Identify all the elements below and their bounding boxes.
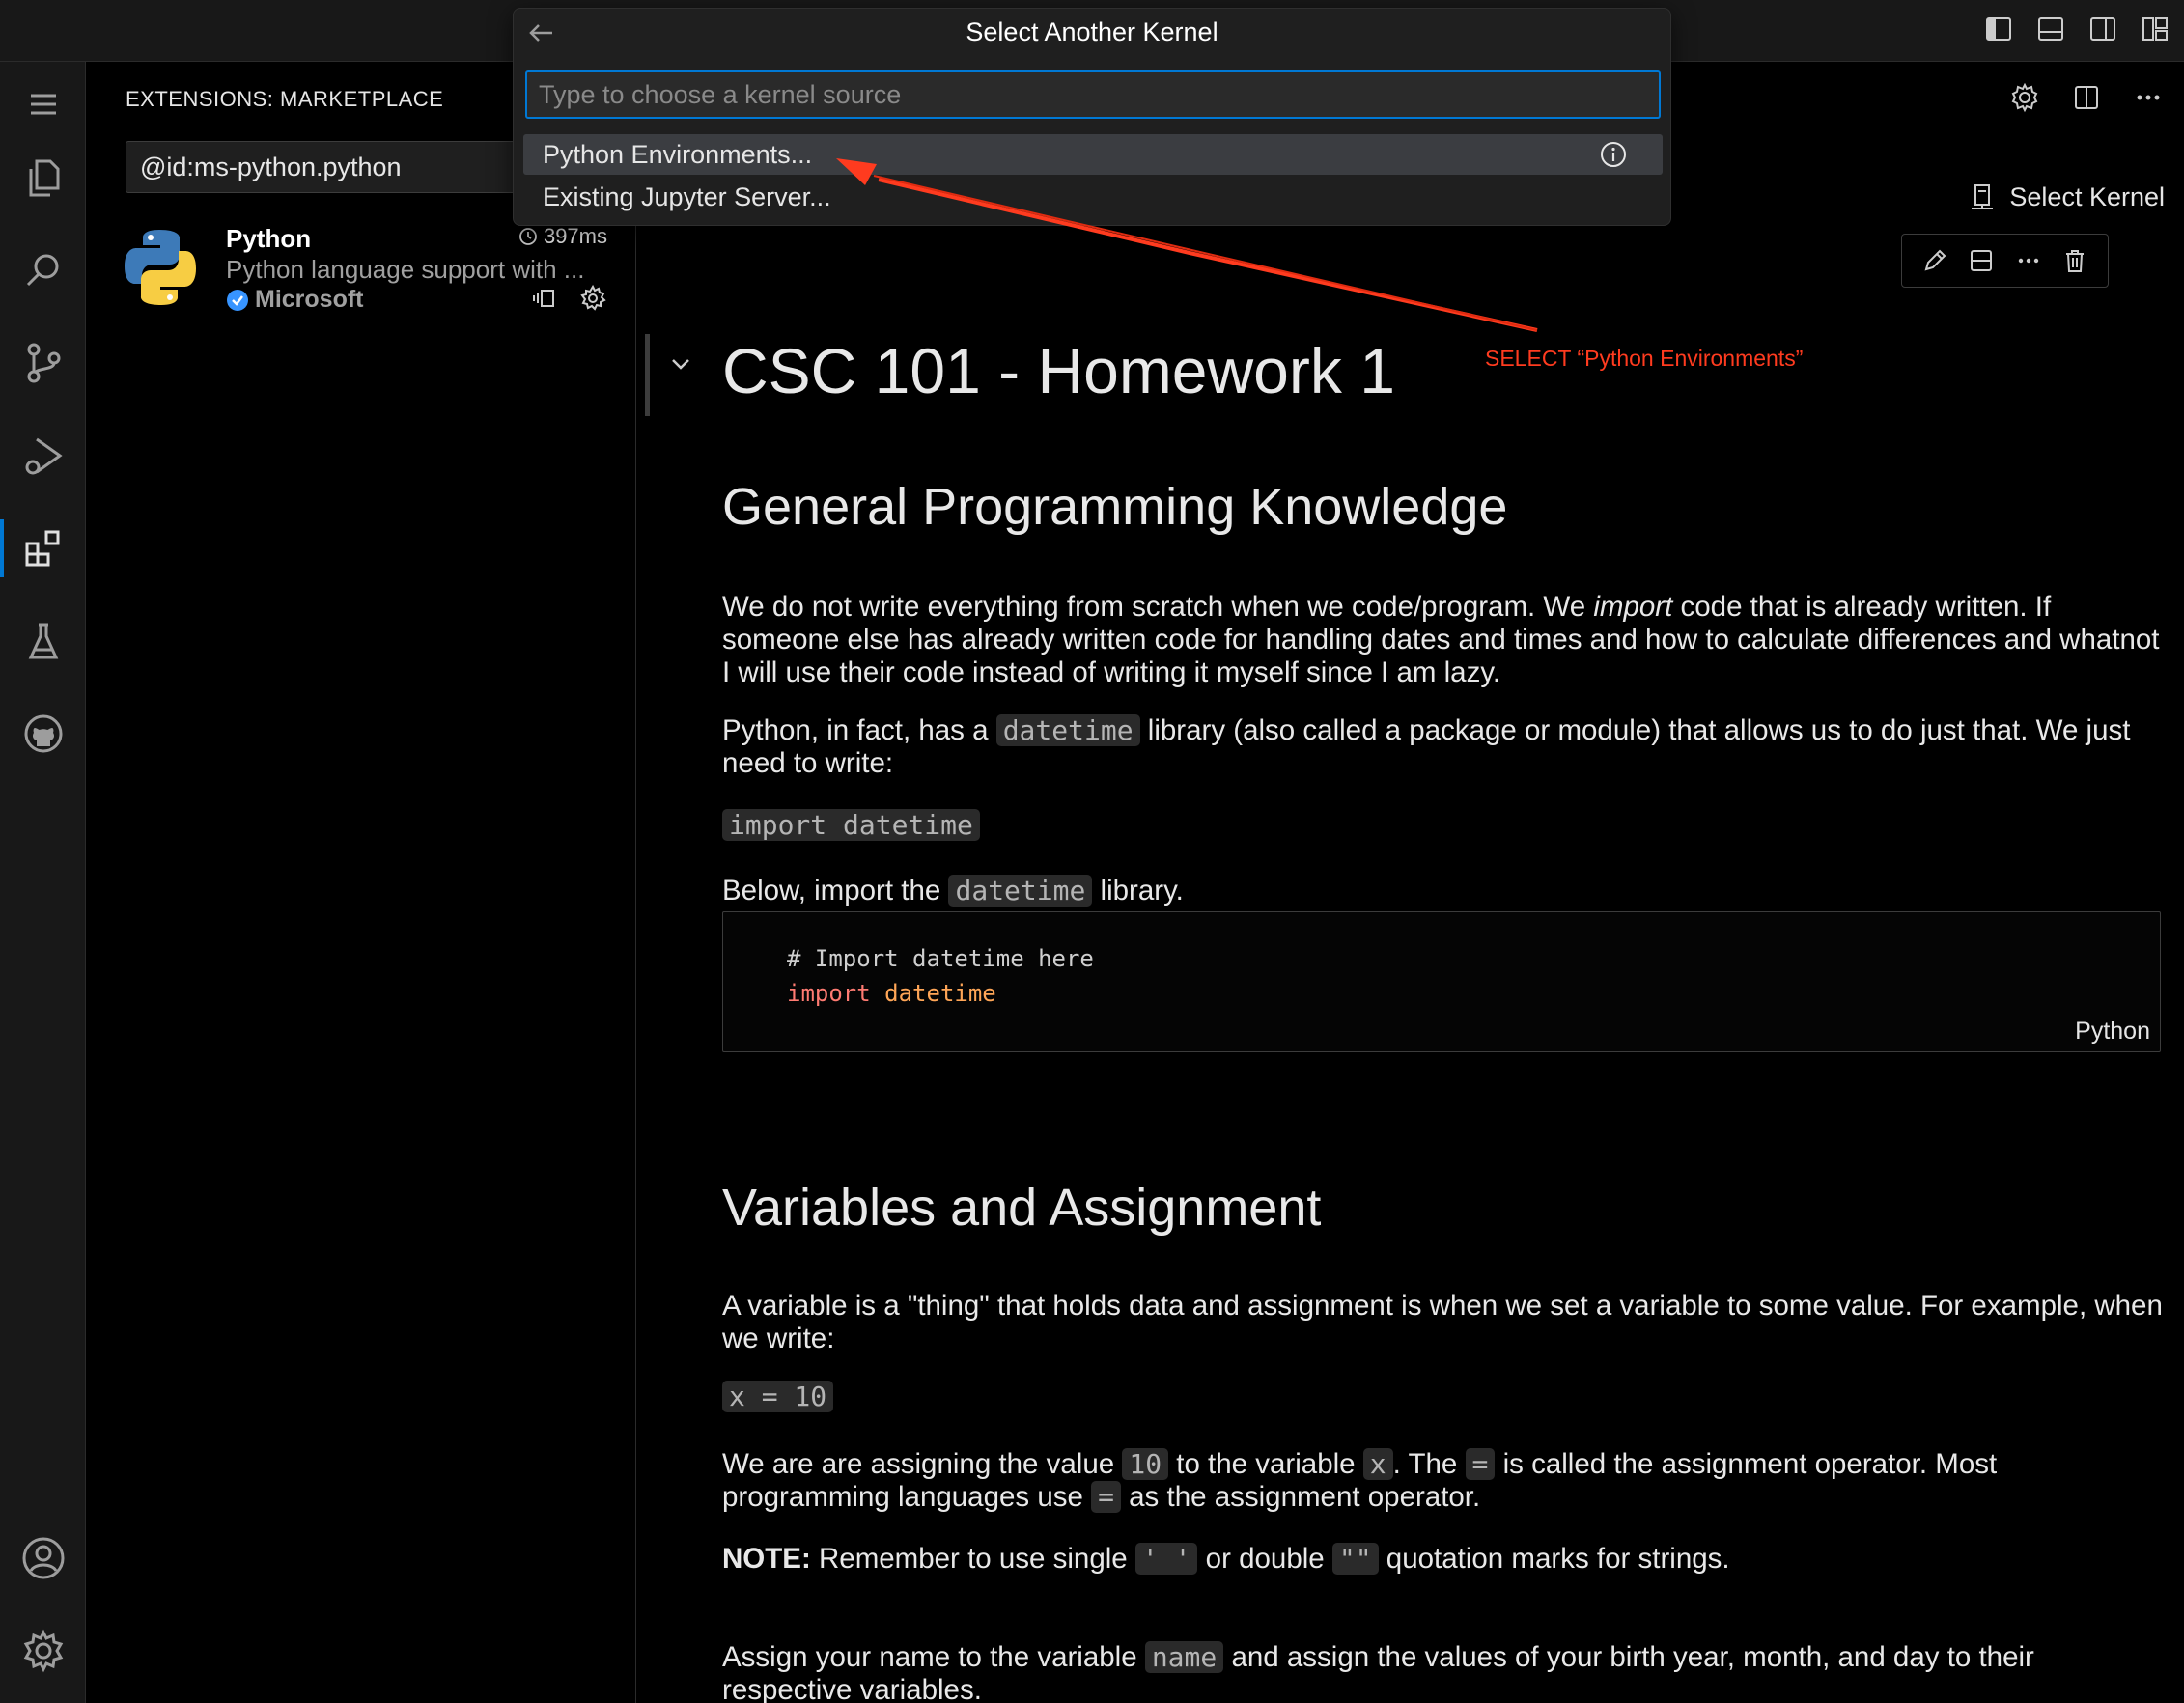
- run-debug-icon: [25, 437, 63, 475]
- paragraph-variable-definition: A variable is a "thing" that holds data …: [722, 1290, 2163, 1354]
- search-icon: [26, 254, 58, 287]
- kernel-quick-pick: Select Another Kernel Type to choose a k…: [513, 8, 1671, 226]
- quick-pick-item-existing-jupyter-server[interactable]: Existing Jupyter Server...: [523, 177, 1663, 217]
- activity-explorer[interactable]: [0, 139, 86, 216]
- select-kernel-label: Select Kernel: [2009, 181, 2165, 211]
- activity-accounts[interactable]: [0, 1520, 86, 1597]
- activity-bar: [0, 62, 86, 1703]
- kernel-server-icon: [1972, 184, 1994, 209]
- toggle-secondary-sidebar-icon[interactable]: [2087, 14, 2118, 44]
- toggle-primary-sidebar-icon[interactable]: [1983, 14, 2014, 44]
- notebook-editor: Select Kernel CSC 101 - Homework 1 Gener…: [637, 62, 2184, 1703]
- annotation-text: SELECT “Python Environments”: [1485, 346, 1804, 371]
- select-kernel-button[interactable]: Select Kernel: [1967, 181, 2165, 212]
- quick-pick-title: Select Another Kernel: [966, 17, 1218, 46]
- paragraph-assignment-operator: We are are assigning the value 10 to the…: [722, 1448, 1998, 1513]
- publisher-name: Microsoft: [255, 286, 364, 313]
- activity-search[interactable]: [0, 232, 86, 309]
- cell-toolbar: [1901, 234, 2109, 288]
- cell-more-icon[interactable]: [2014, 246, 2043, 275]
- files-icon: [29, 159, 59, 197]
- quick-pick-item-label: Python Environments...: [543, 140, 813, 169]
- layout-controls: [1983, 14, 2170, 44]
- verified-badge-icon: [227, 289, 248, 311]
- sync-ignored-icon[interactable]: [530, 284, 559, 313]
- activity-testing[interactable]: [0, 602, 86, 680]
- extension-list-item[interactable]: Python 397ms Python language support wit…: [86, 216, 636, 322]
- activity-source-control[interactable]: [0, 324, 86, 402]
- heading-variables-assignment: Variables and Assignment: [722, 1179, 1322, 1237]
- settings-gear-icon[interactable]: [2008, 81, 2041, 114]
- gear-icon: [23, 1629, 63, 1673]
- activity-github[interactable]: [0, 695, 86, 772]
- extensions-sidebar: EXTENSIONS: MARKETPLACE @id:ms-python.py…: [86, 62, 647, 1703]
- code-cell-source[interactable]: # Import datetime here import datetime: [787, 941, 1094, 1011]
- extension-actions: [530, 284, 607, 313]
- github-icon: [24, 714, 62, 753]
- toggle-panel-icon[interactable]: [2035, 14, 2066, 44]
- account-icon: [22, 1537, 64, 1579]
- history-clock-icon: [519, 228, 537, 245]
- kernel-source-input[interactable]: Type to choose a kernel source: [525, 70, 1661, 119]
- quick-pick-item-python-environments[interactable]: Python Environments...: [523, 134, 1663, 175]
- extension-description: Python language support with ...: [226, 255, 585, 284]
- manage-gear-icon[interactable]: [578, 284, 607, 313]
- customize-layout-icon[interactable]: [2140, 14, 2170, 44]
- more-actions-icon[interactable]: [2132, 81, 2165, 114]
- chevron-down-icon[interactable]: [666, 349, 695, 378]
- extension-time-text: 397ms: [543, 224, 607, 248]
- sidebar-title: EXTENSIONS: MARKETPLACE: [126, 87, 444, 111]
- extension-name: Python: [226, 224, 312, 253]
- extension-activation-time: 397ms: [517, 224, 607, 249]
- source-control-icon: [27, 343, 60, 383]
- code-cell[interactable]: # Import datetime here import datetime P…: [722, 911, 2161, 1052]
- notebook-heading-1: CSC 101 - Homework 1: [722, 335, 1395, 406]
- paragraph-datetime-library: Python, in fact, has a datetime library …: [722, 714, 2131, 779]
- testing-flask-icon: [28, 623, 58, 659]
- paragraph-assign-name: Assign your name to the variable name an…: [722, 1641, 2034, 1703]
- code-snippet-assignment: x = 10: [722, 1381, 2170, 1413]
- extension-publisher: Microsoft: [226, 286, 364, 314]
- edit-pencil-icon[interactable]: [1920, 246, 1949, 275]
- activity-manage[interactable]: [0, 1612, 86, 1689]
- extensions-icon: [25, 530, 59, 567]
- editor-actions: [2008, 81, 2165, 114]
- activity-extensions[interactable]: [0, 510, 86, 587]
- hamburger-menu-icon: [30, 94, 56, 115]
- delete-trash-icon[interactable]: [2060, 246, 2089, 275]
- split-cell-icon[interactable]: [1967, 246, 1996, 275]
- quick-pick-item-label: Existing Jupyter Server...: [543, 182, 831, 211]
- cell-focus-indicator: [645, 334, 650, 416]
- paragraph-note-quotes: NOTE: Remember to use single ' ' or doub…: [722, 1543, 1730, 1575]
- split-editor-icon[interactable]: [2070, 81, 2103, 114]
- python-logo-icon: [125, 230, 196, 305]
- paragraph-import-instruction: Below, import the datetime library.: [722, 875, 1184, 907]
- heading-general-programming: General Programming Knowledge: [722, 478, 1508, 536]
- cell-language-label[interactable]: Python: [2075, 1018, 2150, 1046]
- paragraph-import-intro: We do not write everything from scratch …: [722, 591, 2160, 688]
- code-snippet-import: import datetime: [722, 809, 2170, 842]
- menu-button[interactable]: [0, 66, 86, 143]
- info-icon[interactable]: [1599, 140, 1628, 169]
- activity-run-debug[interactable]: [0, 417, 86, 494]
